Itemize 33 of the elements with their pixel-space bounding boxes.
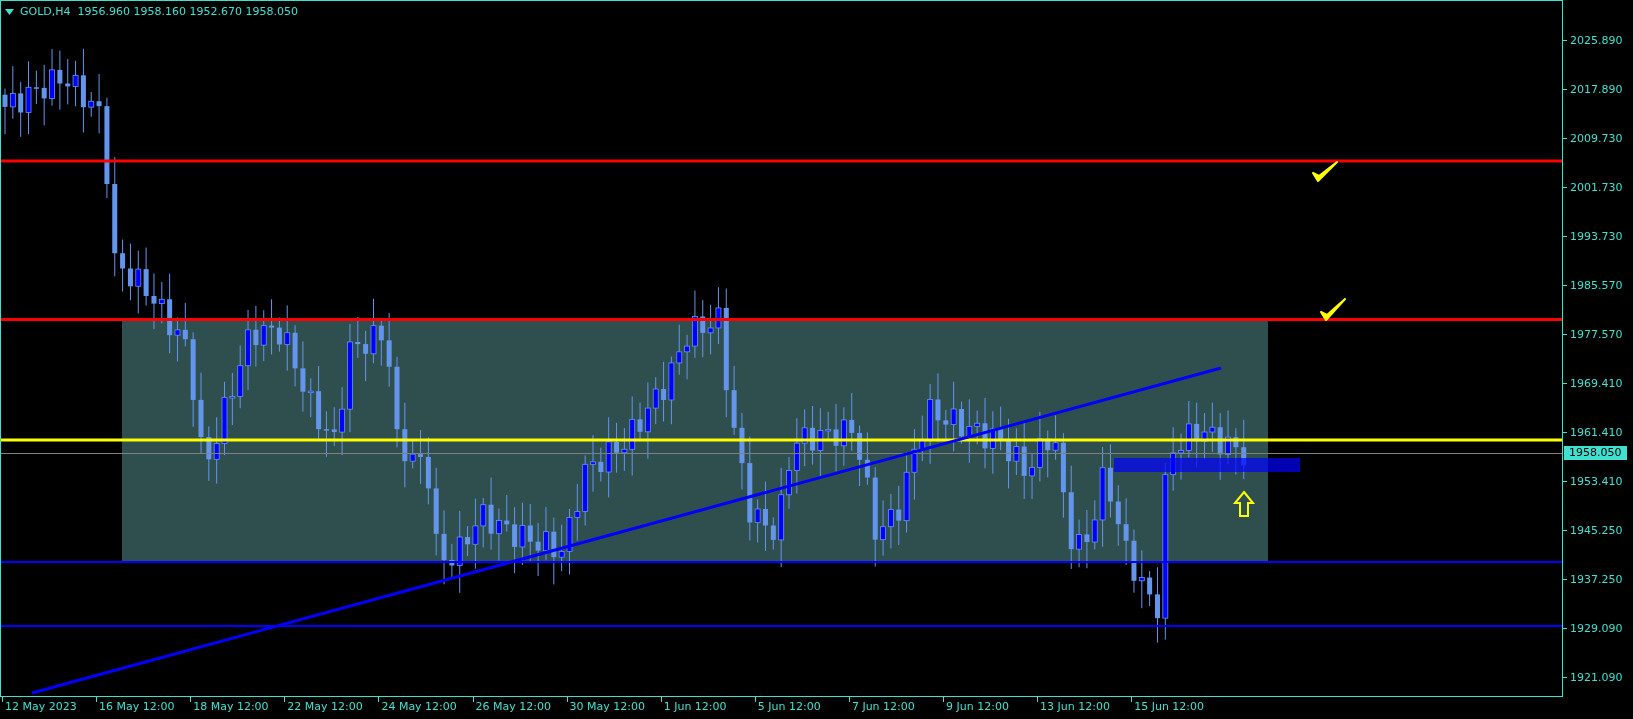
time-label: 13 Jun 12:00	[1040, 700, 1110, 714]
arrow-up-icon	[1232, 490, 1256, 517]
price-label: 1945.250	[1570, 523, 1623, 537]
price-label: 2025.890	[1570, 33, 1623, 47]
dropdown-triangle-icon[interactable]	[5, 9, 14, 16]
time-label: 18 May 12:00	[193, 700, 269, 714]
time-label: 30 May 12:00	[569, 700, 646, 714]
price-label: 2001.730	[1570, 180, 1623, 194]
price-label: 1921.090	[1570, 670, 1623, 684]
time-label: 5 Jun 12:00	[757, 700, 821, 714]
time-label: 12 May 2023	[5, 700, 77, 714]
time-label: 7 Jun 12:00	[851, 700, 915, 714]
price-label: 1937.250	[1570, 572, 1623, 586]
price-label: 1953.410	[1570, 474, 1623, 488]
price-label: 1977.570	[1570, 327, 1623, 341]
time-label: 24 May 12:00	[381, 700, 457, 714]
price-label: 1993.730	[1570, 229, 1623, 243]
checkmark-icon	[1320, 298, 1346, 321]
time-label: 9 Jun 12:00	[946, 700, 1009, 714]
price-label: 1961.410	[1570, 425, 1623, 439]
time-label: 22 May 12:00	[287, 700, 363, 714]
chart-header: GOLD,H4 1956.960 1958.160 1952.670 1958.050	[20, 4, 298, 20]
time-label: 1 Jun 12:00	[663, 700, 727, 714]
price-label: 1969.410	[1570, 376, 1623, 390]
price-label: 1929.090	[1570, 621, 1623, 635]
time-label: 16 May 12:00	[99, 700, 175, 714]
price-label: 1985.570	[1570, 278, 1623, 292]
current-price-tag: 1958.050	[1564, 445, 1627, 460]
checkmark-icon	[1312, 161, 1338, 182]
time-label: 15 Jun 12:00	[1134, 700, 1205, 714]
price-label: 2017.890	[1570, 82, 1623, 96]
price-label: 2009.730	[1570, 131, 1623, 145]
time-label: 26 May 12:00	[475, 700, 551, 714]
